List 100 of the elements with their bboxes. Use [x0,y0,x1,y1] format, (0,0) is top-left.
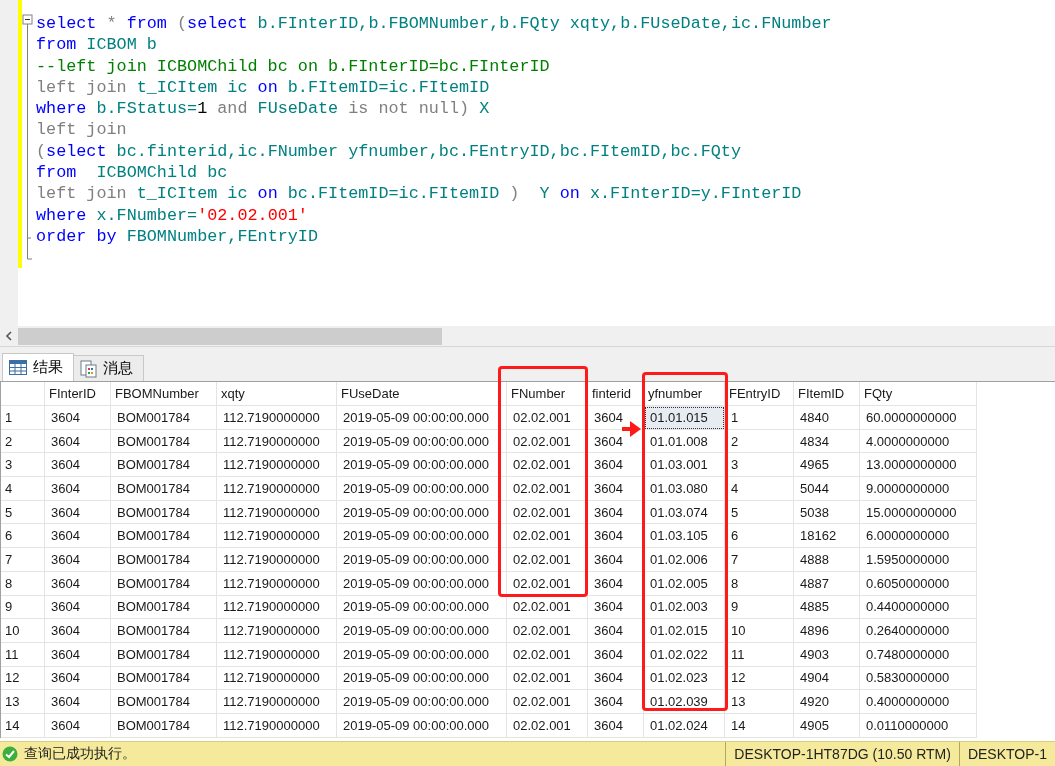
table-cell: 3604 [588,666,644,691]
table-cell: 3604 [588,571,644,596]
table-cell: 4896 [794,619,860,643]
row-number: 9 [1,595,45,620]
table-cell: BOM001784 [111,429,217,454]
result-tab[interactable]: 消息 [73,355,144,381]
table-cell: 2019-05-09 00:00:00.000 [337,524,507,549]
table-cell: BOM001784 [111,406,217,430]
table-cell: 02.02.001 [507,406,588,430]
code-line: select * from (select b.FInterID,b.FBOMNumber,b.FQty xqty,b.FUseDate,ic.FNumber [36,13,832,35]
row-number: 7 [1,548,45,572]
table-cell: 4834 [794,429,860,454]
table-cell: 01.03.001 [644,453,725,478]
table-cell: 15.0000000000 [860,500,977,525]
code-line: --left join ICBOMChild bc on b.FInterID=bc.FInterID [36,55,550,77]
table-cell: 112.7190000000 [217,713,337,738]
server-name: DESKTOP-1HT87DG (10.50 RTM) [733,746,952,762]
row-number: 6 [1,524,45,549]
table-cell: 02.02.001 [507,453,588,478]
table-cell: BOM001784 [111,642,217,667]
table-cell: 7 [725,548,794,572]
table-cell: 01.02.005 [644,571,725,596]
table-cell: BOM001784 [111,571,217,596]
table-cell: 112.7190000000 [217,500,337,525]
column-header[interactable]: FEntryID [725,382,794,406]
column-header[interactable]: FQty [860,382,977,406]
table-cell: 112.7190000000 [217,524,337,549]
table-cell: 02.02.001 [507,571,588,596]
table-cell: 01.02.022 [644,642,725,667]
table-cell: 3604 [588,500,644,525]
table-cell: 3604 [45,453,111,478]
table-cell: BOM001784 [111,477,217,501]
table-cell: 01.01.008 [644,429,725,454]
table-cell: 4888 [794,548,860,572]
chevron-left-icon [5,331,13,341]
table-cell: 0.4400000000 [860,595,977,620]
table-cell: 13 [725,690,794,714]
column-header[interactable]: FNumber [507,382,588,406]
code-line: from ICBOM b [36,34,157,56]
table-cell: 2019-05-09 00:00:00.000 [337,406,507,430]
code-line: order by FBOMNumber,FEntryID [36,225,318,248]
document-icon [80,359,97,378]
scrollbar-thumb[interactable] [18,327,442,345]
table-cell: 2019-05-09 00:00:00.000 [337,429,507,454]
table-cell: 60.0000000000 [860,406,977,430]
column-header[interactable]: xqty [217,382,337,406]
table-cell: BOM001784 [111,524,217,549]
table-cell: 2019-05-09 00:00:00.000 [337,500,507,525]
table-cell: 112.7190000000 [217,619,337,643]
table-cell: 5044 [794,477,860,501]
column-header[interactable]: FInterID [45,382,111,406]
table-cell: BOM001784 [111,713,217,738]
column-header[interactable]: FBOMNumber [111,382,217,406]
table-cell: 01.03.080 [644,477,725,501]
row-number: 12 [1,666,45,691]
table-cell: 4904 [794,666,860,691]
table-cell: 4903 [794,642,860,667]
table-cell: 4887 [794,571,860,596]
table-cell: 4885 [794,595,860,620]
table-cell: BOM001784 [111,690,217,714]
column-header[interactable]: FItemID [794,382,860,406]
table-cell: 4.0000000000 [860,429,977,454]
column-header[interactable]: finterid [588,382,644,406]
table-cell: 0.4000000000 [860,690,977,714]
row-number: 3 [1,453,45,478]
table-cell: 4 [725,477,794,501]
table-cell: 14 [725,713,794,738]
table-cell: 01.01.015 [644,406,725,430]
table-cell: 02.02.001 [507,690,588,714]
table-cell: 112.7190000000 [217,429,337,454]
table-cell: 2019-05-09 00:00:00.000 [337,595,507,620]
table-cell: 4965 [794,453,860,478]
column-header[interactable]: FUseDate [337,382,507,406]
code-line: where x.FNumber='02.02.001' [36,204,308,226]
table-cell: 112.7190000000 [217,548,337,572]
arrow-icon [622,420,642,438]
table-cell: 3604 [45,690,111,714]
table-cell: BOM001784 [111,619,217,643]
row-number: 1 [1,406,45,430]
table-cell: 3604 [588,595,644,620]
table-cell: 2 [725,429,794,454]
table-cell: 4840 [794,406,860,430]
result-tab[interactable]: 结果 [2,353,74,381]
table-cell: 112.7190000000 [217,642,337,667]
table-cell: 9.0000000000 [860,477,977,501]
table-cell: 112.7190000000 [217,453,337,478]
table-cell: 3604 [588,713,644,738]
table-cell: 02.02.001 [507,642,588,667]
table-cell: 3604 [45,524,111,549]
table-cell: 02.02.001 [507,500,588,525]
row-number: 14 [1,713,45,738]
table-cell: 02.02.001 [507,595,588,620]
table-cell: 0.0110000000 [860,713,977,738]
table-cell: 112.7190000000 [217,477,337,501]
table-cell: 0.6050000000 [860,571,977,596]
table-cell: 8 [725,571,794,596]
table-cell: BOM001784 [111,453,217,478]
table-cell: 3604 [45,595,111,620]
table-cell: 3604 [588,524,644,549]
table-cell: BOM001784 [111,595,217,620]
